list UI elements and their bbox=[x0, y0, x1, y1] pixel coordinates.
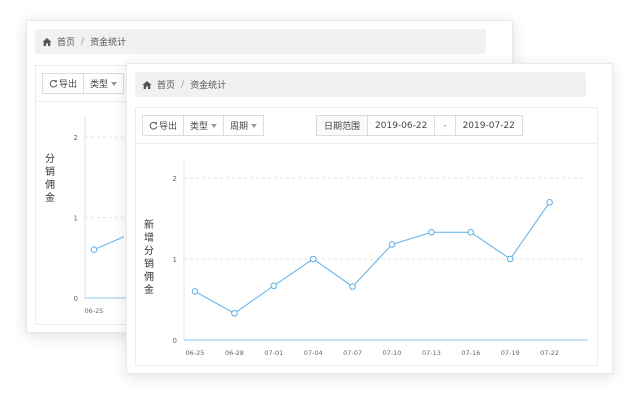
x-tick-label: 07-16 bbox=[461, 349, 480, 357]
x-tick-label: 07-13 bbox=[422, 349, 441, 357]
data-point bbox=[191, 288, 199, 295]
y-tick-label: 1 bbox=[173, 256, 177, 264]
data-point bbox=[309, 255, 317, 263]
front-stat-card: 首页 / 资金统计 导出 类型 周期 日期范围 2019-06-22 - 201… bbox=[126, 63, 613, 374]
x-tick-label: 07-01 bbox=[264, 349, 283, 357]
series-line bbox=[194, 202, 551, 314]
x-tick-label: 06-28 bbox=[225, 349, 244, 357]
y-tick-label: 1 bbox=[74, 215, 78, 223]
y-tick-label: 0 bbox=[74, 295, 78, 303]
data-point bbox=[506, 255, 514, 263]
x-tick-label: 07-10 bbox=[383, 349, 402, 357]
x-tick-label: 07-19 bbox=[501, 349, 520, 357]
data-point bbox=[388, 241, 396, 248]
data-point bbox=[467, 228, 475, 236]
x-tick-label: 06-25 bbox=[186, 349, 205, 357]
data-point bbox=[546, 199, 553, 206]
data-point bbox=[349, 283, 356, 290]
x-tick-label: 06-25 bbox=[85, 307, 104, 315]
data-point bbox=[90, 246, 98, 253]
x-tick-label: 07-07 bbox=[343, 349, 362, 357]
x-tick-label: 07-04 bbox=[304, 349, 323, 357]
y-tick-label: 0 bbox=[173, 337, 177, 345]
series-line bbox=[93, 236, 125, 251]
data-point bbox=[270, 282, 278, 290]
y-tick-label: 2 bbox=[173, 175, 177, 183]
x-tick-label: 07-22 bbox=[540, 349, 559, 357]
data-point bbox=[231, 309, 238, 317]
data-point bbox=[428, 228, 435, 236]
y-tick-label: 2 bbox=[74, 134, 78, 142]
front-line-chart: 0 1 2 06-25 06-28 07-01 07-04 07-07 07-10 07-13 07… bbox=[173, 158, 588, 357]
